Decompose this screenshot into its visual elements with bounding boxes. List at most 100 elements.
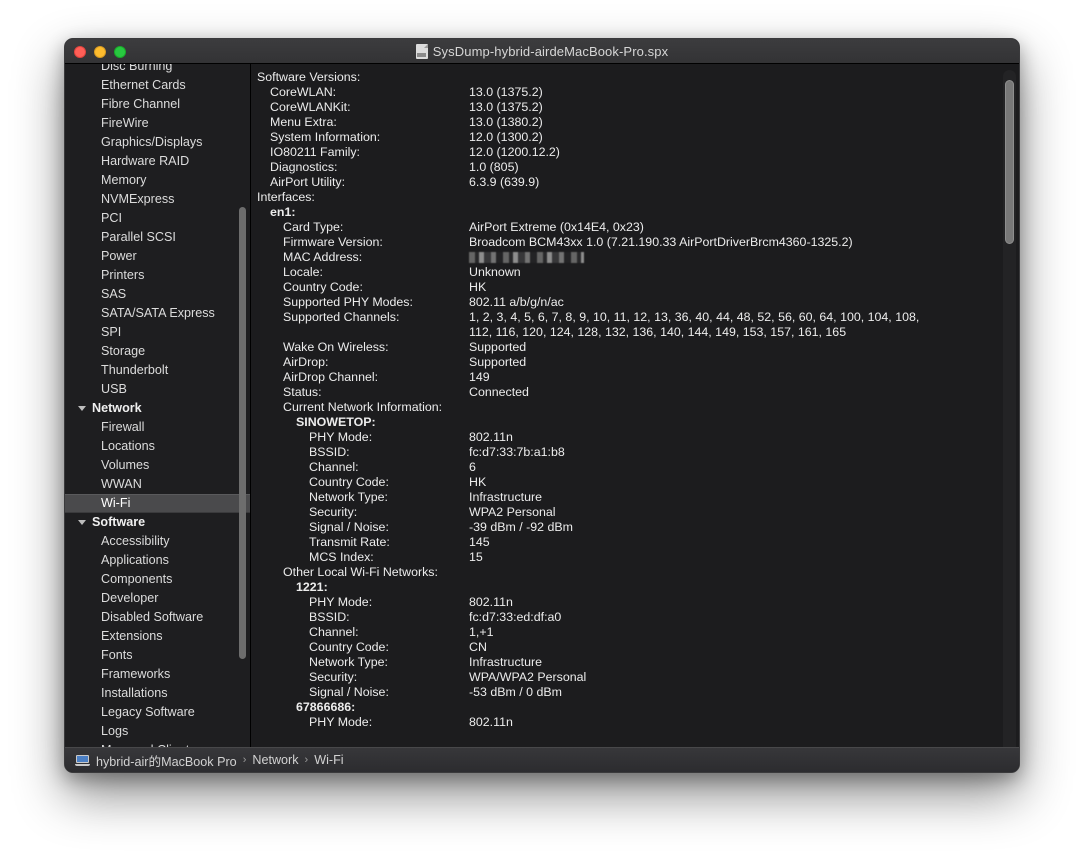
detail-row: Network Type: Infrastructure [257, 490, 1019, 505]
detail-row: Current Network Information: [257, 400, 1019, 415]
sidebar-item-installations[interactable]: Installations [65, 684, 250, 703]
detail-label: Card Type: [283, 220, 344, 234]
close-button[interactable] [74, 45, 86, 58]
breadcrumb: hybrid-air的MacBook Pro › Network › Wi-Fi [96, 751, 344, 770]
sidebar-item-extensions[interactable]: Extensions [65, 627, 250, 646]
sidebar-item-disabled-software[interactable]: Disabled Software [65, 608, 250, 627]
sidebar-item-wi-fi[interactable]: Wi-Fi [65, 494, 250, 513]
sidebar-item-hardware-raid[interactable]: Hardware RAID [65, 152, 250, 171]
sidebar-item-label: USB [101, 382, 127, 396]
detail-label: Menu Extra: [270, 115, 337, 129]
sidebar-item-disc-burning[interactable]: Disc Burning [65, 64, 250, 76]
detail-value: Broadcom BCM43xx 1.0 (7.21.190.33 AirPor… [469, 235, 853, 249]
sidebar-item-label: Thunderbolt [101, 363, 169, 377]
detail-label: Country Code: [309, 475, 389, 489]
detail-panel[interactable]: Software Versions: CoreWLAN: 13.0 (1375.2)… [251, 64, 1019, 772]
sidebar-item-storage[interactable]: Storage [65, 342, 250, 361]
sidebar-item-fibre-channel[interactable]: Fibre Channel [65, 95, 250, 114]
detail-value: 13.0 (1375.2) [469, 100, 543, 114]
detail-label: Wake On Wireless: [283, 340, 389, 354]
sidebar-item-volumes[interactable]: Volumes [65, 456, 250, 475]
detail-row: AirPort Utility: 6.3.9 (639.9) [257, 175, 1019, 190]
detail-row: SINOWETOP: [257, 415, 1019, 430]
sidebar-item-sata-sata-express[interactable]: SATA/SATA Express [65, 304, 250, 323]
breadcrumb-item[interactable]: Network [252, 753, 298, 767]
sidebar-group-label: Software [92, 515, 146, 529]
detail-label: MCS Index: [309, 550, 374, 564]
sidebar-item-software[interactable]: Software [65, 513, 250, 532]
sidebar-item-logs[interactable]: Logs [65, 722, 250, 741]
breadcrumb-item[interactable]: Wi-Fi [314, 753, 343, 767]
sidebar-item-developer[interactable]: Developer [65, 589, 250, 608]
detail-label [283, 325, 469, 340]
detail-value: 12.0 (1200.12.2) [469, 145, 560, 159]
sidebar-item-thunderbolt[interactable]: Thunderbolt [65, 361, 250, 380]
sidebar-item-components[interactable]: Components [65, 570, 250, 589]
sidebar-item-label: Extensions [101, 629, 163, 643]
sidebar-item-firewall[interactable]: Firewall [65, 418, 250, 437]
detail-value: AirPort Extreme (0x14E4, 0x23) [469, 220, 644, 234]
sidebar-item-graphics-displays[interactable]: Graphics/Displays [65, 133, 250, 152]
sidebar-item-pci[interactable]: PCI [65, 209, 250, 228]
detail-row: Supported Channels: 1, 2, 3, 4, 5, 6, 7, … [257, 310, 1019, 325]
sidebar-item-label: NVMExpress [101, 192, 175, 206]
minimize-button[interactable] [94, 45, 106, 58]
sidebar-item-label: Disabled Software [101, 610, 204, 624]
window-titlebar[interactable]: SysDump-hybrid-airdeMacBook-Pro.spx [65, 39, 1019, 64]
sidebar-item-sas[interactable]: SAS [65, 285, 250, 304]
detail-scrollbar[interactable] [1005, 80, 1014, 244]
detail-value: 149 [469, 370, 490, 384]
detail-value: 802.11n [469, 430, 513, 444]
detail-value: 6 [469, 460, 476, 474]
maximize-button[interactable] [114, 45, 126, 58]
detail-label: PHY Mode: [309, 430, 373, 444]
detail-row: Channel: 6 [257, 460, 1019, 475]
sidebar-item-legacy-software[interactable]: Legacy Software [65, 703, 250, 722]
breadcrumb-separator-icon: › [304, 754, 309, 766]
detail-value: 6.3.9 (639.9) [469, 175, 540, 189]
sidebar[interactable]: Disc Burning Ethernet Cards Fibre Channel F… [65, 64, 251, 772]
detail-label: 1221: [296, 580, 328, 594]
breadcrumb-item[interactable]: hybrid-air的MacBook Pro [96, 751, 237, 770]
sidebar-item-firewire[interactable]: FireWire [65, 114, 250, 133]
sidebar-item-locations[interactable]: Locations [65, 437, 250, 456]
sidebar-scrollbar[interactable] [239, 207, 246, 659]
sidebar-item-accessibility[interactable]: Accessibility [65, 532, 250, 551]
sidebar-item-printers[interactable]: Printers [65, 266, 250, 285]
sidebar-item-label: Developer [101, 591, 159, 605]
sidebar-item-frameworks[interactable]: Frameworks [65, 665, 250, 684]
sidebar-item-label: Locations [101, 439, 155, 453]
sidebar-item-label: Installations [101, 686, 168, 700]
sidebar-item-network[interactable]: Network [65, 399, 250, 418]
detail-label: AirDrop Channel: [283, 370, 379, 384]
sidebar-item-memory[interactable]: Memory [65, 171, 250, 190]
breadcrumb-separator-icon: › [242, 754, 247, 766]
sidebar-item-fonts[interactable]: Fonts [65, 646, 250, 665]
sidebar-item-usb[interactable]: USB [65, 380, 250, 399]
sidebar-item-spi[interactable]: SPI [65, 323, 250, 342]
detail-label: Security: [309, 670, 358, 684]
sidebar-item-applications[interactable]: Applications [65, 551, 250, 570]
sidebar-item-label: Logs [101, 724, 129, 738]
sidebar-item-nvmexpress[interactable]: NVMExpress [65, 190, 250, 209]
window-title: SysDump-hybrid-airdeMacBook-Pro.spx [432, 43, 669, 59]
detail-value: WPA/WPA2 Personal [469, 670, 587, 684]
detail-row: Supported PHY Modes: 802.11 a/b/g/n/ac [257, 295, 1019, 310]
sidebar-group-label: Network [92, 401, 142, 415]
disclosure-triangle-icon[interactable] [78, 406, 86, 411]
sidebar-item-parallel-scsi[interactable]: Parallel SCSI [65, 228, 250, 247]
detail-value: 1, 2, 3, 4, 5, 6, 7, 8, 9, 10, 11, 12, 1… [469, 310, 920, 324]
sidebar-item-label: Volumes [101, 458, 150, 472]
detail-value: -53 dBm / 0 dBm [469, 685, 562, 699]
detail-label: System Information: [270, 130, 381, 144]
sidebar-item-wwan[interactable]: WWAN [65, 475, 250, 494]
sidebar-item-ethernet-cards[interactable]: Ethernet Cards [65, 76, 250, 95]
detail-value: 13.0 (1380.2) [469, 115, 543, 129]
sidebar-item-label: Fonts [101, 648, 133, 662]
detail-label: Signal / Noise: [309, 685, 389, 699]
detail-value: Supported [469, 340, 527, 354]
sidebar-item-power[interactable]: Power [65, 247, 250, 266]
detail-row: MAC Address: [257, 250, 1019, 265]
detail-row: Firmware Version: Broadcom BCM43xx 1.0 (7… [257, 235, 1019, 250]
disclosure-triangle-icon[interactable] [78, 520, 86, 525]
